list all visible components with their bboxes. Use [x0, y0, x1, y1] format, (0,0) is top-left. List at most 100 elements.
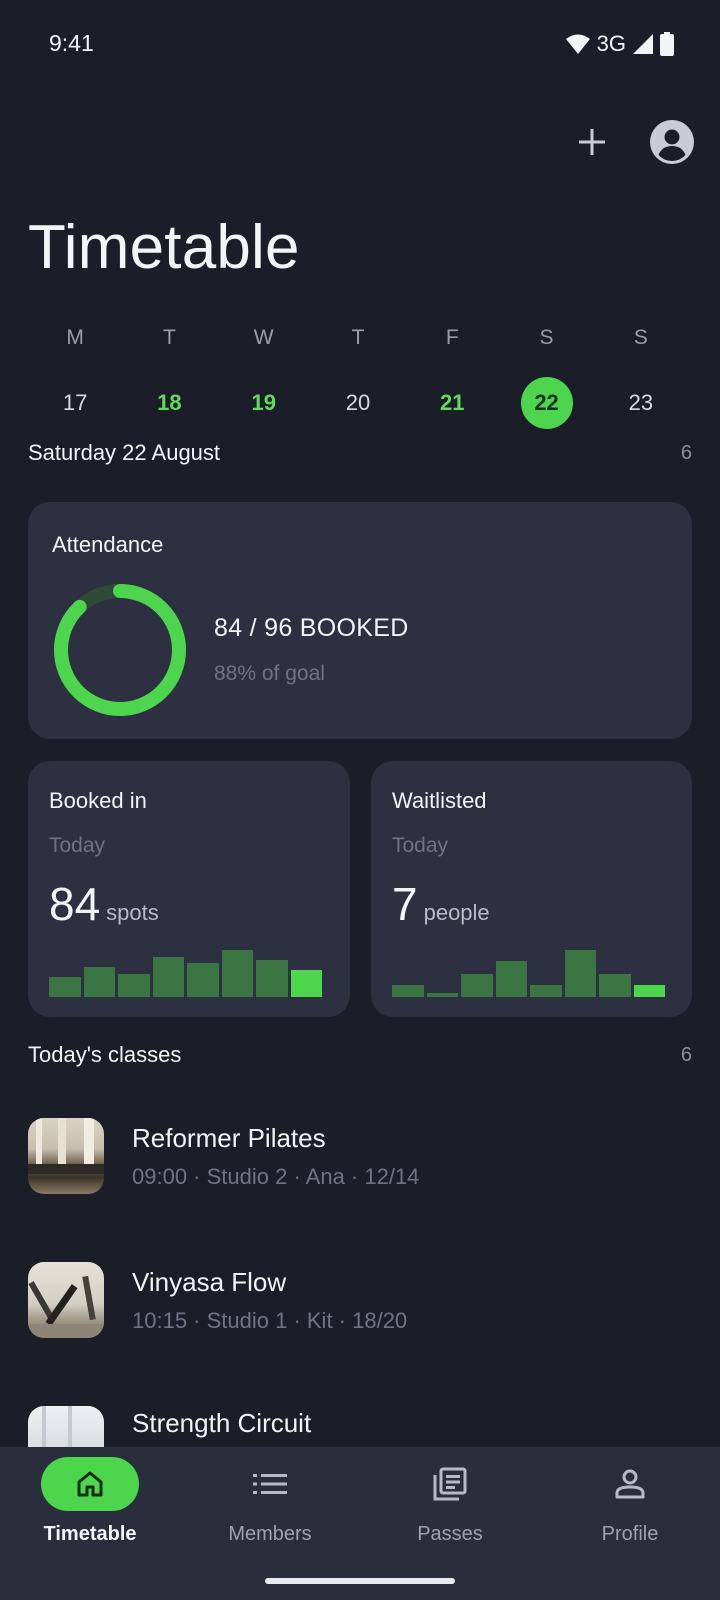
booked-in-bar [187, 963, 219, 997]
attendance-goal: 88% of goal [214, 662, 325, 685]
day-column: S 22 [499, 325, 593, 429]
booked-in-bars [49, 937, 323, 997]
classes-count: 6 [680, 1043, 692, 1066]
day-number[interactable]: 21 [426, 377, 478, 429]
attendance-title: Attendance [52, 532, 164, 557]
home-icon [77, 1471, 103, 1497]
attendance-card[interactable]: Attendance 84 / 96 BOOKED 88% of goal [28, 502, 692, 739]
booked-in-title: Booked in [49, 788, 147, 813]
day-number[interactable]: 17 [49, 377, 101, 429]
selected-day-label: Saturday 22 August [28, 440, 221, 465]
nav-item-timetable[interactable]: Timetable [0, 1457, 180, 1546]
day-number[interactable]: 19 [238, 377, 290, 429]
nav-pill [221, 1457, 319, 1511]
header-actions [578, 120, 694, 164]
nav-item-profile[interactable]: Profile [540, 1457, 720, 1546]
account-button[interactable] [650, 120, 694, 164]
day-letter: M [66, 326, 84, 349]
class-meta: 10:15 · Studio 1 · Kit · 18/20 [132, 1307, 408, 1333]
day-column: W 19 [217, 325, 311, 429]
waitlisted-unit: people [423, 900, 490, 925]
passes-icon [433, 1467, 467, 1501]
class-meta: 09:00 · Studio 2 · Ana · 12/14 [132, 1163, 420, 1189]
waitlisted-bar [426, 993, 458, 997]
attendance-booked: 84 / 96 BOOKED [214, 614, 409, 642]
day-letter: T [351, 326, 365, 349]
selected-day-header: Saturday 22 August 6 [28, 440, 692, 466]
booked-in-bar [118, 974, 150, 997]
day-number[interactable]: 20 [332, 377, 384, 429]
day-letter: T [163, 326, 176, 349]
class-item-vinyasa-flow[interactable]: Vinyasa Flow 10:15 · Studio 1 · Kit · 18… [28, 1261, 692, 1339]
week-strip: M 17 T 18 W 19 T 20 F 21 S 22 S 23 [28, 325, 688, 429]
nav-label: Timetable [43, 1523, 137, 1545]
status-time: 9:41 [49, 30, 94, 56]
class-thumbnail [28, 1118, 104, 1194]
nav-pill [401, 1457, 499, 1511]
class-thumbnail [28, 1262, 104, 1338]
add-icon [579, 129, 605, 155]
booked-in-value: 84 [49, 878, 101, 930]
nav-label: Members [228, 1523, 312, 1545]
nav-label: Passes [417, 1523, 483, 1545]
waitlisted-period: Today [392, 834, 449, 857]
classes-header: Today's classes 6 [28, 1042, 692, 1068]
class-name: Strength Circuit [132, 1408, 312, 1438]
selected-day-count: 6 [680, 441, 692, 464]
day-column: S 23 [594, 325, 688, 429]
home-indicator[interactable] [265, 1578, 455, 1584]
booked-in-period: Today [49, 834, 106, 857]
day-number[interactable]: 23 [615, 377, 667, 429]
waitlisted-bar [599, 974, 631, 997]
booked-in-bar [256, 960, 288, 997]
nav-item-members[interactable]: Members [180, 1457, 360, 1546]
booked-in-bar [152, 957, 184, 997]
waitlisted-bars [392, 937, 666, 997]
booked-in-bar [221, 950, 253, 997]
booked-in-bar [49, 977, 81, 997]
day-number[interactable]: 22 [520, 377, 573, 429]
list-icon [253, 1474, 287, 1494]
waitlisted-bar [495, 961, 527, 997]
add-button[interactable] [578, 128, 606, 156]
day-number[interactable]: 18 [143, 377, 195, 429]
class-name: Reformer Pilates [132, 1122, 326, 1153]
nav-label: Profile [601, 1523, 659, 1545]
booked-in-card[interactable]: Booked in Today 84 spots [28, 761, 350, 1017]
day-column: M 17 [28, 325, 122, 429]
waitlisted-bar [461, 974, 493, 997]
booked-in-bar [290, 970, 322, 997]
signal-icon [633, 34, 653, 54]
battery-icon [660, 32, 674, 56]
day-letter: W [253, 326, 274, 349]
classes-title: Today's classes [28, 1042, 182, 1067]
class-item-reformer-pilates[interactable]: Reformer Pilates 09:00 · Studio 2 · Ana … [28, 1117, 692, 1195]
page-title: Timetable [28, 213, 300, 282]
person-icon [615, 1469, 645, 1499]
waitlisted-stat: 7 people [392, 877, 490, 931]
waitlisted-bar [392, 985, 424, 997]
day-column: T 20 [311, 325, 405, 429]
booked-in-bar [83, 967, 115, 997]
status-icons: 3G [565, 30, 674, 58]
waitlisted-bar [530, 985, 562, 997]
day-column: T 18 [122, 325, 216, 429]
status-bar: 9:41 3G [0, 0, 720, 88]
day-letter: F [445, 326, 459, 349]
account-icon [650, 120, 694, 164]
waitlisted-bar [564, 950, 596, 997]
booked-in-unit: spots [106, 900, 159, 925]
booked-in-stat: 84 spots [49, 877, 159, 931]
day-letter: S [539, 326, 554, 349]
nav-item-passes[interactable]: Passes [360, 1457, 540, 1546]
nav-pill [581, 1457, 679, 1511]
waitlisted-card[interactable]: Waitlisted Today 7 people [371, 761, 692, 1017]
waitlisted-value: 7 [392, 878, 418, 930]
network-type: 3G [596, 31, 626, 56]
waitlisted-bar [633, 985, 665, 997]
day-letter: S [633, 326, 648, 349]
attendance-ring [54, 584, 186, 716]
day-column: F 21 [405, 325, 499, 429]
nav-pill [41, 1457, 139, 1511]
wifi-icon [565, 34, 590, 54]
